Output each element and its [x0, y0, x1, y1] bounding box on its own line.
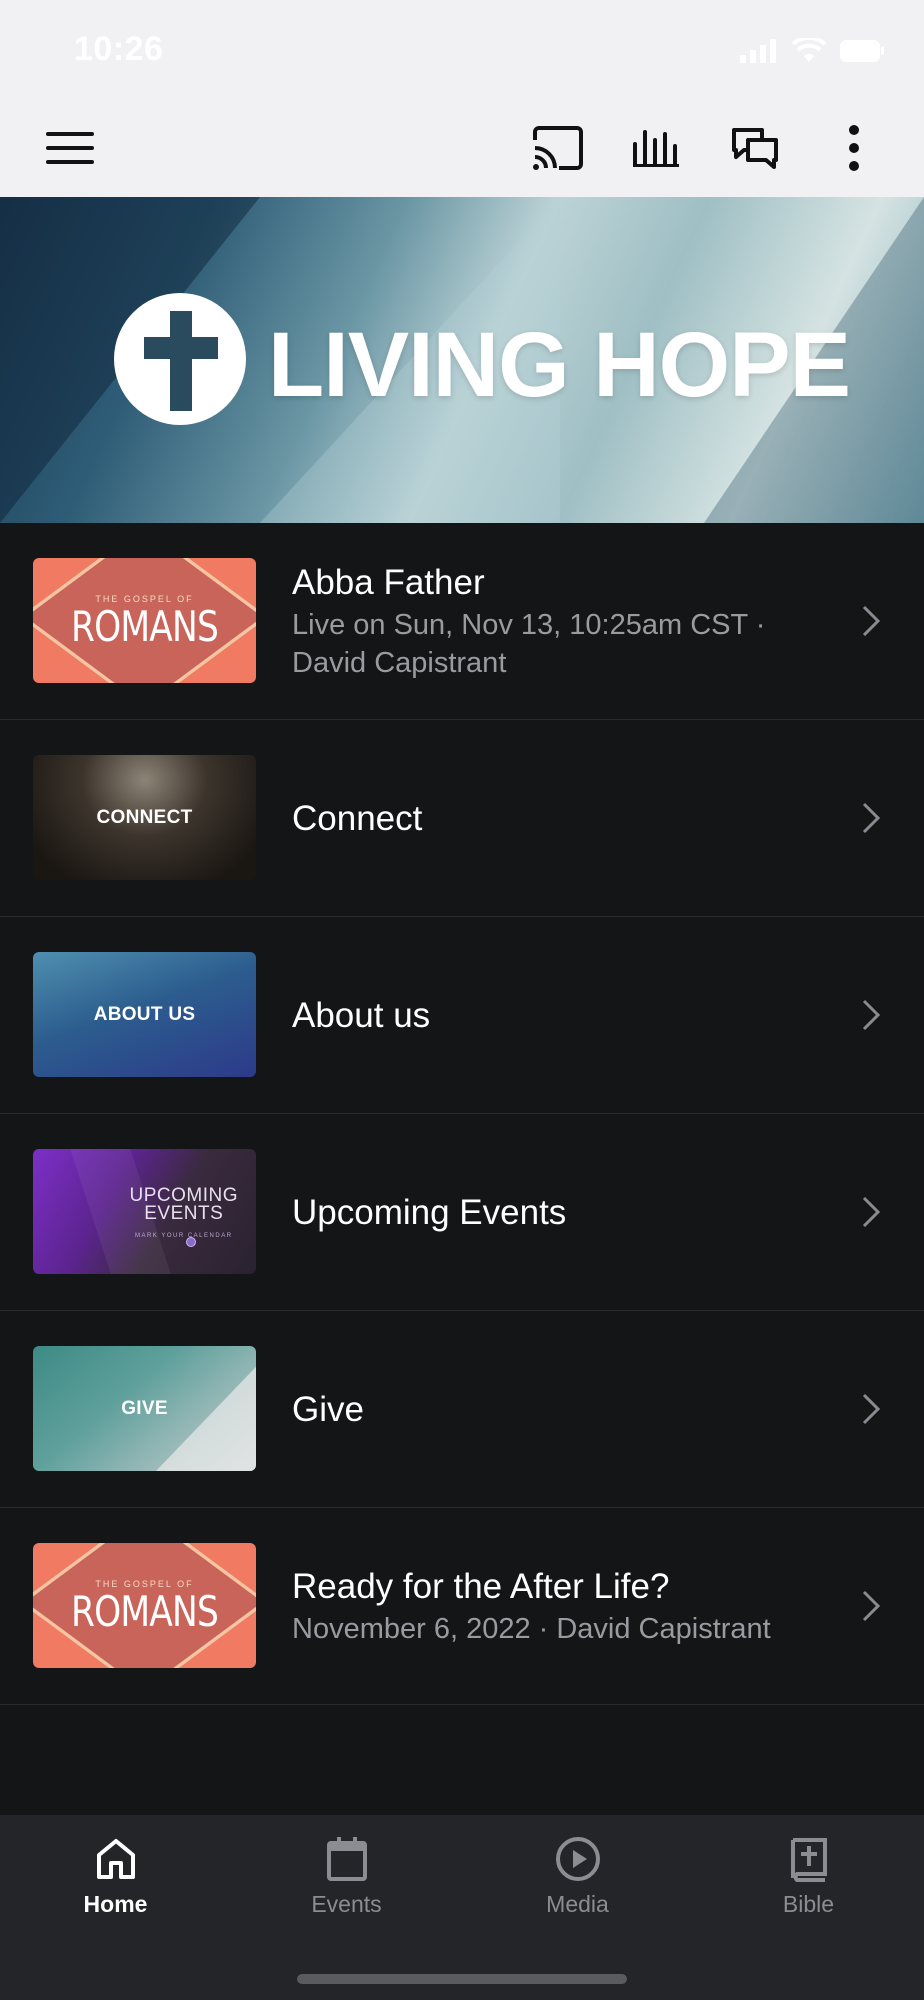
- play-circle-icon: [555, 1837, 600, 1881]
- chevron-right-icon: [862, 999, 881, 1031]
- thumb-title: ROMANS: [70, 1587, 219, 1636]
- signal-icon: [740, 39, 776, 63]
- list-item-subtitle: Live on Sun, Nov 13, 10:25am CST · David…: [292, 608, 766, 679]
- chevron-right-icon: [862, 1590, 881, 1622]
- romans-thumbnail: THE GOSPEL OF ROMANS: [33, 1543, 256, 1668]
- hamburger-menu-icon: [46, 132, 94, 164]
- give-thumbnail: GIVE: [33, 1346, 256, 1471]
- top-toolbar: [0, 100, 924, 197]
- tab-label: Home: [83, 1891, 148, 1917]
- chevron-right-icon: [862, 1393, 881, 1425]
- list-item-connect[interactable]: CONNECT Connect: [0, 720, 924, 917]
- more-vertical-icon: [849, 125, 859, 171]
- thumb-subtitle: MARK YOUR CALENDAR: [134, 1233, 233, 1239]
- list-item-title: Connect: [292, 798, 423, 838]
- about-us-thumbnail: ABOUT US: [33, 952, 256, 1077]
- chevron-right-icon: [862, 605, 881, 637]
- thumb-line-2: EVENTS: [144, 1203, 224, 1224]
- thumb-title: GIVE: [121, 1397, 168, 1419]
- list-item-title: Abba Father: [292, 562, 485, 602]
- more-options-button[interactable]: [824, 120, 884, 176]
- tab-events[interactable]: Events: [231, 1815, 462, 1935]
- bottom-tab-bar: Home Events Media Bible: [0, 1815, 924, 2000]
- list-item-title: Ready for the After Life?: [292, 1566, 670, 1606]
- tab-label: Events: [311, 1891, 382, 1917]
- events-thumbnail: UPCOMING EVENTS MARK YOUR CALENDAR: [33, 1149, 256, 1274]
- cross-icon: [114, 293, 246, 425]
- status-bar: 10:26: [0, 0, 924, 100]
- hero-banner: LIVING HOPE: [0, 197, 924, 523]
- status-time: 10:26: [74, 30, 164, 68]
- cast-button[interactable]: [528, 120, 588, 176]
- tab-home[interactable]: Home: [0, 1815, 231, 1935]
- tab-media[interactable]: Media: [462, 1815, 693, 1935]
- tab-bible[interactable]: Bible: [693, 1815, 924, 1935]
- connect-thumbnail: CONNECT: [33, 755, 256, 880]
- list-item-title: Give: [292, 1389, 364, 1429]
- calendar-icon: [326, 1837, 367, 1881]
- audio-button[interactable]: [627, 120, 687, 176]
- thumb-title: ROMANS: [70, 602, 219, 651]
- tab-label: Bible: [782, 1891, 835, 1917]
- chat-bubbles-icon: [732, 128, 778, 169]
- chevron-right-icon: [862, 1196, 881, 1228]
- romans-thumbnail: THE GOSPEL OF ROMANS: [33, 558, 256, 683]
- tab-label: Media: [546, 1891, 609, 1917]
- list-item-abba-father[interactable]: THE GOSPEL OF ROMANS Abba Father Live on…: [0, 523, 924, 720]
- list-item-title: About us: [292, 995, 431, 1035]
- church-name: LIVING HOPE: [268, 314, 851, 416]
- list-item-after-life[interactable]: THE GOSPEL OF ROMANS Ready for the After…: [0, 1508, 924, 1705]
- thumb-title: UPCOMING EVENTS MARK YOUR CALENDAR: [130, 1186, 239, 1245]
- thumb-title: ABOUT US: [93, 1003, 196, 1025]
- list-item-about-us[interactable]: ABOUT US About us: [0, 917, 924, 1114]
- status-icons: [740, 38, 884, 64]
- bible-book-icon: [790, 1838, 827, 1882]
- menu-button[interactable]: [40, 120, 100, 176]
- content-list: THE GOSPEL OF ROMANS Abba Father Live on…: [0, 523, 924, 1705]
- wifi-icon: [792, 38, 826, 62]
- list-item-give[interactable]: GIVE Give: [0, 1311, 924, 1508]
- chevron-right-icon: [862, 802, 881, 834]
- audio-bars-icon: [633, 130, 679, 167]
- thumb-title: CONNECT: [96, 806, 193, 828]
- home-indicator: [297, 1974, 627, 1984]
- home-icon: [96, 1839, 135, 1879]
- list-item-upcoming-events[interactable]: UPCOMING EVENTS MARK YOUR CALENDAR Upcom…: [0, 1114, 924, 1311]
- cast-icon: [533, 126, 583, 170]
- battery-icon: [840, 40, 884, 62]
- list-item-subtitle: November 6, 2022 · David Capistrant: [292, 1612, 771, 1645]
- list-item-title: Upcoming Events: [292, 1192, 567, 1232]
- chat-button[interactable]: [725, 120, 785, 176]
